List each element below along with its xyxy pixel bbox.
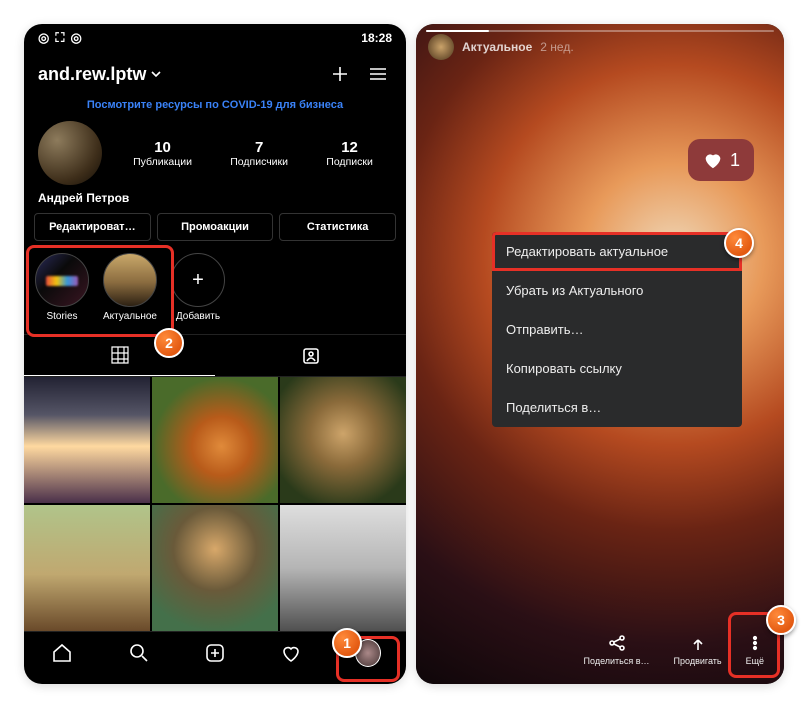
stats-button[interactable]: Статистика (279, 213, 396, 241)
post-thumbnail[interactable] (24, 377, 150, 503)
post-thumbnail[interactable] (152, 377, 278, 503)
highlights-row: Stories Актуальное + Добавить (24, 241, 406, 330)
post-thumbnail[interactable] (280, 377, 406, 503)
menu-share[interactable]: Поделиться в… (492, 388, 742, 427)
action-label: Поделиться в… (584, 656, 650, 666)
heart-filled-icon (702, 149, 724, 171)
action-label: Ещё (746, 656, 764, 666)
edit-profile-button[interactable]: Редактироват… (34, 213, 151, 241)
tagged-icon (301, 346, 321, 366)
stat-label: Подписчики (230, 156, 288, 168)
tab-grid[interactable] (24, 335, 215, 376)
story-avatar[interactable] (428, 34, 454, 60)
annotation-badge-4: 4 (724, 228, 754, 258)
stat-num: 12 (326, 139, 373, 156)
like-sticker: 1 (688, 139, 754, 181)
like-count: 1 (730, 150, 740, 171)
status-time: 18:28 (361, 31, 392, 45)
add-post-icon (204, 642, 226, 664)
story-name[interactable]: Актуальное (462, 40, 532, 54)
search-icon (128, 642, 150, 664)
stat-num: 10 (133, 139, 192, 156)
profile-tabs (24, 334, 406, 377)
stat-label: Подписки (326, 156, 373, 168)
more-icon (747, 635, 763, 651)
heart-icon (280, 642, 302, 664)
menu-edit-highlight[interactable]: Редактировать актуальное (492, 232, 742, 271)
viber-icon-2: ◎ (70, 30, 81, 46)
covid-banner[interactable]: Посмотрите ресурсы по COVID-19 для бизне… (24, 96, 406, 117)
menu-copy-link[interactable]: Копировать ссылку (492, 349, 742, 388)
highlight-aktualnoe[interactable]: Актуальное (102, 253, 158, 322)
stat-posts[interactable]: 10 Публикации (133, 139, 192, 168)
story-screen: Актуальное 2 нед. 1 Редактировать актуал… (416, 24, 784, 684)
action-promote[interactable]: Продвигать (674, 633, 722, 666)
header: and.rew.lptw (24, 52, 406, 96)
share-icon (608, 634, 626, 652)
highlight-label: Добавить (170, 311, 226, 322)
annotation-badge-1: 1 (332, 628, 362, 658)
highlight-cover (103, 253, 157, 307)
plus-icon (329, 63, 351, 85)
highlight-label: Stories (34, 311, 90, 322)
action-share[interactable]: Поделиться в… (584, 633, 650, 666)
stats-row: 10 Публикации 7 Подписчики 12 Подписки (114, 139, 392, 168)
profile-row: 10 Публикации 7 Подписчики 12 Подписки (24, 117, 406, 185)
nav-search[interactable] (126, 640, 152, 666)
app-icon: ⛶ (55, 30, 64, 46)
stat-num: 7 (230, 139, 288, 156)
nav-add[interactable] (202, 640, 228, 666)
posts-grid (24, 377, 406, 631)
viber-icon: ◎ (38, 30, 49, 46)
annotation-badge-2: 2 (154, 328, 184, 358)
nav-home[interactable] (49, 640, 75, 666)
promote-icon (689, 634, 707, 652)
post-thumbnail[interactable] (152, 505, 278, 631)
hamburger-icon (367, 63, 389, 85)
story-actions: Поделиться в… Продвигать Ещё (416, 633, 784, 666)
stat-following[interactable]: 12 Подписки (326, 139, 373, 168)
menu-remove-highlight[interactable]: Убрать из Актуального (492, 271, 742, 310)
status-bar: ◎ ⛶ ◎ 18:28 (24, 24, 406, 52)
post-thumbnail[interactable] (24, 505, 150, 631)
story-menu: Редактировать актуальное Убрать из Актуа… (492, 232, 742, 427)
status-left-icons: ◎ ⛶ ◎ (38, 30, 82, 46)
highlight-add[interactable]: + Добавить (170, 253, 226, 322)
tab-tagged[interactable] (215, 335, 406, 376)
annotation-badge-3: 3 (766, 605, 796, 635)
avatar[interactable] (38, 121, 102, 185)
display-name: Андрей Петров (24, 185, 406, 213)
stat-label: Публикации (133, 156, 192, 168)
highlight-cover (35, 253, 89, 307)
home-icon (51, 642, 73, 664)
post-thumbnail[interactable] (280, 505, 406, 631)
action-buttons: Редактироват… Промоакции Статистика (24, 213, 406, 241)
add-button[interactable] (326, 60, 354, 88)
story-time: 2 нед. (540, 40, 573, 54)
chevron-down-icon (150, 68, 162, 80)
story-header: Актуальное 2 нед. (416, 24, 784, 60)
grid-icon (110, 345, 130, 365)
plus-icon: + (171, 253, 225, 307)
profile-screen: ◎ ⛶ ◎ 18:28 and.rew.lptw Посмотрите ресу… (24, 24, 406, 684)
username-dropdown[interactable]: and.rew.lptw (38, 64, 316, 85)
action-label: Продвигать (674, 656, 722, 666)
action-more[interactable]: Ещё (746, 633, 764, 666)
menu-send[interactable]: Отправить… (492, 310, 742, 349)
username-text: and.rew.lptw (38, 64, 146, 85)
highlight-label: Актуальное (102, 311, 158, 322)
menu-button[interactable] (364, 60, 392, 88)
highlight-stories[interactable]: Stories (34, 253, 90, 322)
nav-activity[interactable] (278, 640, 304, 666)
stat-followers[interactable]: 7 Подписчики (230, 139, 288, 168)
promo-button[interactable]: Промоакции (157, 213, 274, 241)
